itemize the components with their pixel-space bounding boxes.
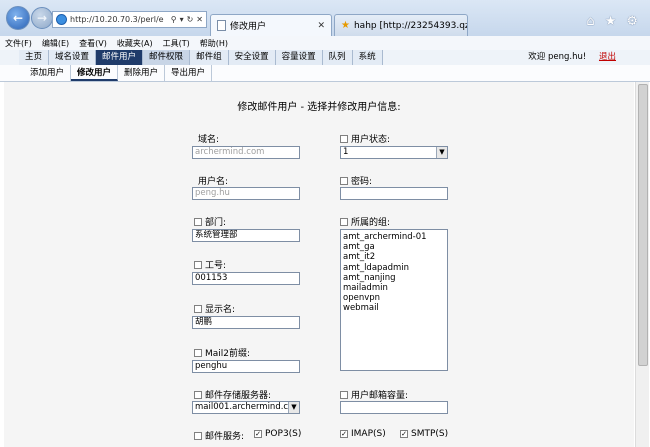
scrollbar-thumb[interactable] <box>638 84 648 366</box>
menu-tools[interactable]: 工具(T) <box>158 38 195 49</box>
password-checkbox[interactable] <box>340 176 348 185</box>
scrollbar[interactable] <box>635 82 649 447</box>
group-option[interactable]: amt_nanjing <box>343 273 445 283</box>
status-label: 用户状态: <box>340 132 390 145</box>
server-checkbox[interactable] <box>194 390 202 399</box>
address-bar[interactable]: http://10.20.70.3/perl/e ⚲ ▾ ↻ ✕ <box>52 11 207 28</box>
service-checkbox[interactable] <box>194 431 202 440</box>
address-text[interactable]: http://10.20.70.3/perl/e <box>70 15 168 24</box>
service-label: 邮件服务: <box>194 429 244 442</box>
empno-checkbox[interactable] <box>194 260 202 269</box>
compat-icon[interactable]: ↻ <box>187 15 194 24</box>
username-field[interactable]: peng.hu <box>192 187 300 200</box>
mail2-label: Mail2前缀: <box>194 346 250 359</box>
logout-link[interactable]: 退出 <box>599 52 616 62</box>
group-option[interactable]: mailadmin <box>343 283 445 293</box>
tab-domain-settings[interactable]: 域名设置 <box>49 50 97 65</box>
favorites-icon[interactable]: ★ <box>605 14 617 29</box>
smtp-checkbox[interactable]: ✓ <box>400 430 408 438</box>
chevron-down-icon[interactable]: ▼ <box>436 147 447 158</box>
dept-checkbox[interactable] <box>194 217 202 226</box>
tab-label: hahp [http://23254393.qzon... <box>353 20 467 31</box>
mail2-checkbox[interactable] <box>194 348 202 357</box>
empno-field[interactable]: 001153 <box>192 272 300 285</box>
groups-label: 所属的组: <box>340 215 390 228</box>
server-value: mail001.archermind.co <box>195 402 294 412</box>
domain-field[interactable]: archermind.com <box>192 146 300 159</box>
tab-security[interactable]: 安全设置 <box>228 50 276 65</box>
username-label: 用户名: <box>198 177 229 187</box>
display-name-label: 显示名: <box>194 302 235 315</box>
group-option[interactable]: amt_ldapadmin <box>343 263 445 273</box>
server-label: 邮件存储服务器: <box>194 388 271 401</box>
imap-checkbox[interactable]: ✓ <box>340 430 348 438</box>
pop3-checkbox[interactable]: ✓ <box>254 430 262 438</box>
quota-label: 用户邮箱容量: <box>340 388 408 401</box>
group-option[interactable]: amt_archermind-01 <box>343 232 445 242</box>
status-select[interactable]: 1 ▼ <box>340 146 448 159</box>
password-field[interactable] <box>340 187 448 200</box>
browser-chrome: ← → http://10.20.70.3/perl/e ⚲ ▾ ↻ ✕ 修改用… <box>0 0 650 36</box>
status-checkbox[interactable] <box>340 134 348 143</box>
menu-file[interactable]: 文件(F) <box>0 38 37 49</box>
subtab-export-user[interactable]: 导出用户 <box>165 65 213 81</box>
imap-option: ✓ IMAP(S) <box>340 429 386 439</box>
groups-listbox[interactable]: amt_archermind-01 amt_ga amt_it2 amt_lda… <box>340 229 448 371</box>
group-option[interactable]: amt_it2 <box>343 252 445 262</box>
group-option[interactable]: openvpn <box>343 293 445 303</box>
home-icon[interactable]: ⌂ <box>586 14 594 29</box>
display-name-field[interactable]: 胡鹏 <box>192 316 300 329</box>
menu-edit[interactable]: 编辑(E) <box>37 38 74 49</box>
subtab-modify-user[interactable]: 修改用户 <box>71 65 119 81</box>
dropdown-icon[interactable]: ▾ <box>180 15 184 24</box>
tab-mail-users[interactable]: 邮件用户 <box>96 50 144 65</box>
mail2-field[interactable]: penghu <box>192 360 300 373</box>
page-icon <box>217 20 226 31</box>
welcome-text: 欢迎 peng.hu! <box>528 52 587 62</box>
back-arrow-icon[interactable]: ← <box>6 6 30 30</box>
domain-label: 域名: <box>198 135 220 145</box>
menu-favorites[interactable]: 收藏夹(A) <box>112 38 158 49</box>
gear-icon[interactable]: ⚙ <box>626 14 638 29</box>
status-value: 1 <box>343 147 349 157</box>
menu-help[interactable]: 帮助(H) <box>195 38 233 49</box>
tab-system[interactable]: 系统 <box>352 50 383 65</box>
dept-label: 部门: <box>194 215 226 228</box>
chevron-down-icon[interactable]: ▼ <box>288 402 299 413</box>
tab-quota[interactable]: 容量设置 <box>275 50 323 65</box>
dept-field[interactable]: 系统管理部 <box>192 229 300 242</box>
group-option[interactable]: amt_ga <box>343 242 445 252</box>
page-title: 修改邮件用户 - 选择并修改用户信息: <box>237 102 401 113</box>
tab-label: 修改用户 <box>230 22 267 32</box>
ie-icon <box>56 14 67 25</box>
tab-mail-groups[interactable]: 邮件组 <box>190 50 229 65</box>
display-name-checkbox[interactable] <box>194 304 202 313</box>
sub-nav: 添加用户 修改用户 删除用户 导出用户 <box>0 65 650 82</box>
forward-arrow-icon[interactable]: → <box>31 7 53 29</box>
star-icon: ★ <box>341 20 350 31</box>
group-option[interactable]: webmail <box>343 303 445 313</box>
groups-checkbox[interactable] <box>340 217 348 226</box>
smtp-option: ✓ SMTP(S) <box>400 429 449 439</box>
tab-home[interactable]: 主页 <box>19 50 50 65</box>
subtab-delete-user[interactable]: 删除用户 <box>118 65 166 81</box>
quota-checkbox[interactable] <box>340 390 348 399</box>
menu-view[interactable]: 查看(V) <box>74 38 112 49</box>
search-icon[interactable]: ⚲ <box>171 15 177 24</box>
tab-modify-user[interactable]: 修改用户 ✕ <box>210 14 332 36</box>
empno-label: 工号: <box>194 258 226 271</box>
stop-icon[interactable]: ✕ <box>196 15 203 24</box>
main-nav: 主页 域名设置 邮件用户 邮件权限 邮件组 安全设置 容量设置 队列 系统 欢迎… <box>0 50 650 66</box>
tab-queue[interactable]: 队列 <box>322 50 353 65</box>
subtab-add-user[interactable]: 添加用户 <box>24 65 72 81</box>
menu-bar: 文件(F) 编辑(E) 查看(V) 收藏夹(A) 工具(T) 帮助(H) <box>0 36 650 51</box>
server-select[interactable]: mail001.archermind.co ▼ <box>192 401 300 414</box>
tab-hahp[interactable]: ★ hahp [http://23254393.qzon... <box>334 14 468 36</box>
close-icon[interactable]: ✕ <box>317 21 325 31</box>
quota-field[interactable] <box>340 401 448 414</box>
password-label: 密码: <box>340 174 372 187</box>
tab-mail-permissions[interactable]: 邮件权限 <box>143 50 191 65</box>
pop3-option: ✓ POP3(S) <box>254 429 302 439</box>
form-area: 修改邮件用户 - 选择并修改用户信息: 域名: archermind.com 用… <box>4 82 634 447</box>
